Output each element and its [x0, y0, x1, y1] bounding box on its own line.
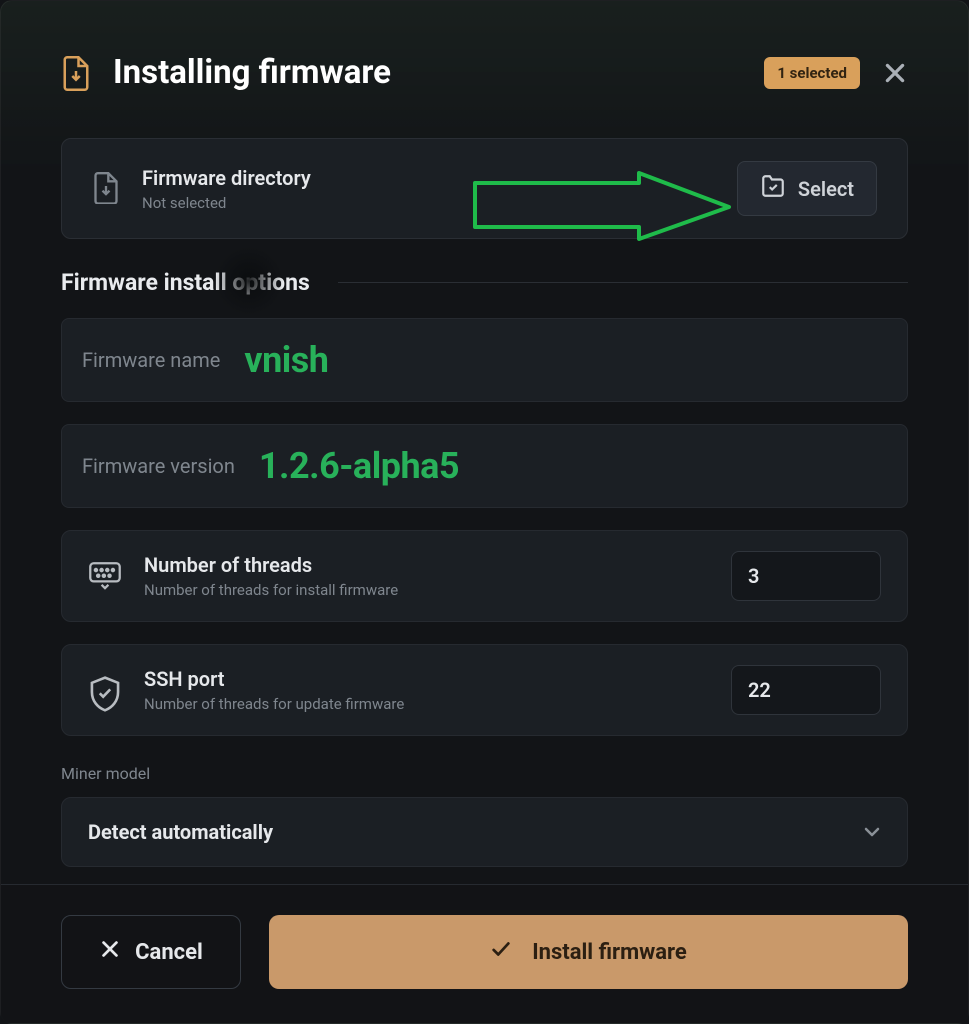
install-options-heading: Firmware install options	[61, 269, 338, 296]
ssh-text: SSH port Number of threads for update fi…	[144, 667, 731, 713]
ssh-sub: Number of threads for update firmware	[144, 695, 731, 713]
directory-status: Not selected	[142, 194, 737, 212]
keyboard-icon	[88, 561, 122, 591]
threads-sub: Number of threads for install firmware	[144, 581, 731, 599]
ssh-port-input[interactable]	[731, 665, 881, 715]
ssh-label: SSH port	[144, 667, 731, 691]
shield-check-icon	[88, 675, 122, 705]
modal-header: Installing firmware 1 selected	[1, 1, 968, 126]
install-firmware-button[interactable]: Install firmware	[269, 915, 908, 989]
firmware-version-value: 1.2.6-alpha5	[259, 445, 459, 487]
modal-title: Installing firmware	[113, 53, 764, 92]
cancel-button[interactable]: Cancel	[61, 915, 241, 989]
install-firmware-modal: Installing firmware 1 selected Firmware …	[0, 0, 969, 1024]
check-icon	[490, 938, 512, 966]
select-button-label: Select	[798, 177, 854, 201]
firmware-directory-card: Firmware directory Not selected Select	[61, 138, 908, 239]
chevron-down-icon	[863, 823, 881, 841]
miner-model-label: Miner model	[61, 764, 908, 783]
firmware-version-row[interactable]: Firmware version 1.2.6-alpha5	[61, 424, 908, 508]
modal-footer: Cancel Install firmware	[1, 884, 968, 1023]
firmware-name-value: vnish	[244, 339, 328, 381]
file-download-icon	[61, 56, 91, 90]
directory-text: Firmware directory Not selected	[142, 166, 737, 212]
firmware-name-label: Firmware name	[82, 348, 220, 372]
threads-input[interactable]	[731, 551, 881, 601]
install-options-heading-row: Firmware install options	[61, 269, 908, 296]
cancel-button-label: Cancel	[135, 940, 203, 965]
file-download-icon	[92, 172, 120, 206]
folder-check-icon	[760, 174, 786, 203]
install-button-label: Install firmware	[532, 940, 687, 965]
divider	[338, 282, 908, 283]
firmware-name-row[interactable]: Firmware name vnish	[61, 318, 908, 402]
miner-model-select[interactable]: Detect automatically	[61, 797, 908, 867]
threads-text: Number of threads Number of threads for …	[144, 553, 731, 599]
select-directory-button[interactable]: Select	[737, 161, 877, 216]
threads-label: Number of threads	[144, 553, 731, 577]
directory-label: Firmware directory	[142, 166, 737, 190]
firmware-version-label: Firmware version	[82, 454, 235, 478]
threads-row: Number of threads Number of threads for …	[61, 530, 908, 622]
selected-count-badge: 1 selected	[764, 57, 860, 89]
close-button[interactable]	[882, 60, 908, 86]
ssh-port-row: SSH port Number of threads for update fi…	[61, 644, 908, 736]
miner-model-value: Detect automatically	[88, 820, 273, 844]
close-icon	[99, 938, 121, 966]
